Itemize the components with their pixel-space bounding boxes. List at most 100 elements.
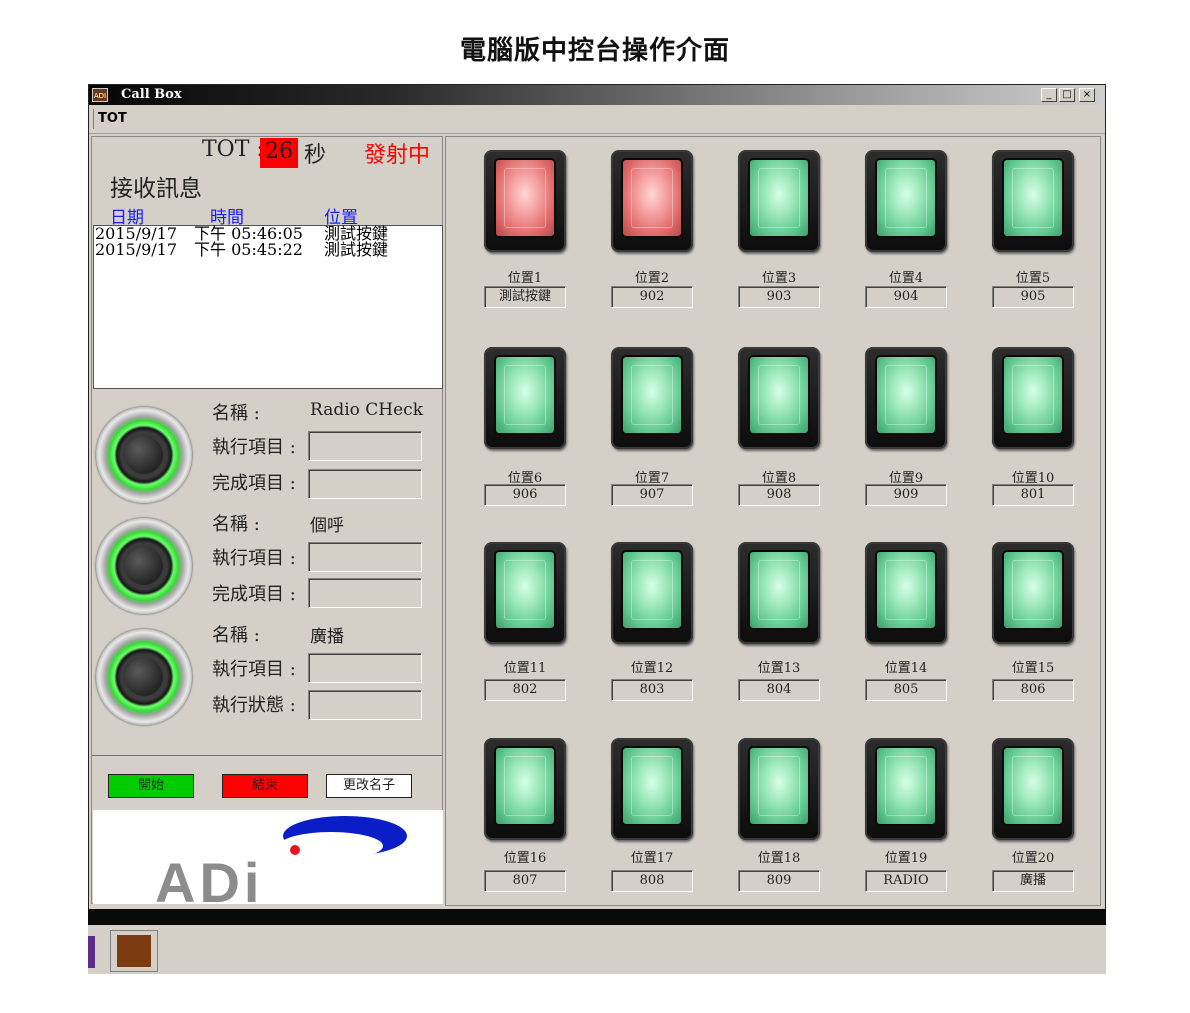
switch-lens [1002,746,1064,826]
taskbar [88,925,1106,974]
switch-lens [621,158,683,238]
switch-lens [1002,550,1064,630]
position-switch-5[interactable] [992,150,1074,252]
adi-app-icon [117,935,151,967]
maximize-button[interactable]: □ [1059,88,1075,102]
position-label-19: 位置19 [884,851,928,866]
taskbar-adi-button[interactable] [110,930,158,972]
position-value-17[interactable]: 808 [611,870,693,892]
position-switch-3[interactable] [738,150,820,252]
position-switch-11[interactable] [484,542,566,644]
position-value-14[interactable]: 805 [865,679,947,701]
task-name-label: 名稱 : [212,403,260,424]
position-value-13[interactable]: 804 [738,679,820,701]
position-value-3[interactable]: 903 [738,286,820,308]
switch-lens [621,355,683,435]
switch-lens [1002,355,1064,435]
log-row[interactable]: 2015/9/17 下午 05:45:22 測試按鍵 [94,242,442,258]
position-switch-17[interactable] [611,738,693,840]
task-exec-field[interactable] [308,431,422,461]
position-value-11[interactable]: 802 [484,679,566,701]
task-status-field[interactable] [308,690,422,720]
start-button[interactable]: 開始 [108,774,194,798]
task-done-field[interactable] [308,578,422,608]
log-date: 2015/9/17 [95,240,178,259]
position-switch-1[interactable] [484,150,566,252]
position-switch-18[interactable] [738,738,820,840]
position-value-10[interactable]: 801 [992,484,1074,506]
switch-lens [875,355,937,435]
task-name-value: 個呼 [310,516,344,536]
rename-button[interactable]: 更改名子 [326,774,412,798]
adi-app-icon[interactable]: ADI [92,88,108,102]
position-label-5: 位置5 [1015,271,1051,286]
message-log-list[interactable]: 2015/9/17 下午 05:46:05 測試按鍵 2015/9/17 下午 … [93,225,443,389]
position-switch-13[interactable] [738,542,820,644]
close-button[interactable]: × [1079,88,1095,102]
tot-countdown: 26 [260,138,298,168]
radio-check-round-button[interactable] [96,407,192,503]
position-switch-2[interactable] [611,150,693,252]
position-switch-15[interactable] [992,542,1074,644]
left-panel: TOT : 26 秒 發射中 接收訊息 日期 時間 位置 2015/9/17 下… [91,136,443,914]
menu-bar: TOT [89,105,1105,134]
position-switch-16[interactable] [484,738,566,840]
position-grid: 位置1 測試按鍵 位置2 902 位置3 903 位置4 904 位置5 905 位置6 906 位置7… [445,136,1101,906]
position-switch-10[interactable] [992,347,1074,449]
switch-lens [494,746,556,826]
position-value-18[interactable]: 809 [738,870,820,892]
transmit-status: 發射中 [364,143,431,168]
position-value-5[interactable]: 905 [992,286,1074,308]
switch-lens [748,550,810,630]
position-value-1[interactable]: 測試按鍵 [484,286,566,308]
taskbar-app-tab[interactable] [88,936,95,968]
position-value-2[interactable]: 902 [611,286,693,308]
switch-lens [1002,158,1064,238]
position-label-3: 位置3 [761,271,797,286]
position-value-15[interactable]: 806 [992,679,1074,701]
broadcast-round-button[interactable] [96,629,192,725]
position-label-2: 位置2 [634,271,670,286]
task-exec-label: 執行項目 : [212,548,296,569]
position-value-6[interactable]: 906 [484,484,566,506]
task-individual-call: 名稱 : 個呼 執行項目 : 完成項目 : [92,510,442,620]
position-value-20[interactable]: 廣播 [992,870,1074,892]
task-name-value: Radio CHeck [310,400,423,420]
task-exec-field[interactable] [308,542,422,572]
task-done-field[interactable] [308,469,422,499]
position-switch-12[interactable] [611,542,693,644]
position-label-17: 位置17 [630,851,674,866]
position-switch-8[interactable] [738,347,820,449]
position-value-16[interactable]: 807 [484,870,566,892]
individual-call-round-button[interactable] [96,518,192,614]
task-exec-label: 執行項目 : [212,659,296,680]
position-switch-14[interactable] [865,542,947,644]
task-name-label: 名稱 : [212,514,260,535]
position-switch-7[interactable] [611,347,693,449]
tot-label: TOT : [202,137,264,162]
log-time: 下午 05:45:22 [194,240,303,259]
position-switch-9[interactable] [865,347,947,449]
position-switch-4[interactable] [865,150,947,252]
position-value-12[interactable]: 803 [611,679,693,701]
task-done-label: 完成項目 : [212,584,296,605]
switch-lens [494,550,556,630]
position-switch-19[interactable] [865,738,947,840]
task-status-label: 執行狀態 : [212,695,296,716]
position-value-7[interactable]: 907 [611,484,693,506]
task-exec-field[interactable] [308,653,422,683]
switch-lens [748,158,810,238]
position-value-9[interactable]: 909 [865,484,947,506]
position-label-11: 位置11 [503,661,547,676]
position-switch-20[interactable] [992,738,1074,840]
position-value-19[interactable]: RADIO [865,870,947,892]
menu-tot[interactable]: TOT [93,109,131,129]
position-switch-6[interactable] [484,347,566,449]
task-radio-check: 名稱 : Radio CHeck 執行項目 : 完成項目 : [92,399,442,509]
position-value-8[interactable]: 908 [738,484,820,506]
log-location: 測試按鍵 [324,240,389,259]
title-bar[interactable]: ADI Call Box _ □ × [89,85,1105,105]
minimize-button[interactable]: _ [1041,88,1057,102]
end-button[interactable]: 結束 [222,774,308,798]
position-value-4[interactable]: 904 [865,286,947,308]
